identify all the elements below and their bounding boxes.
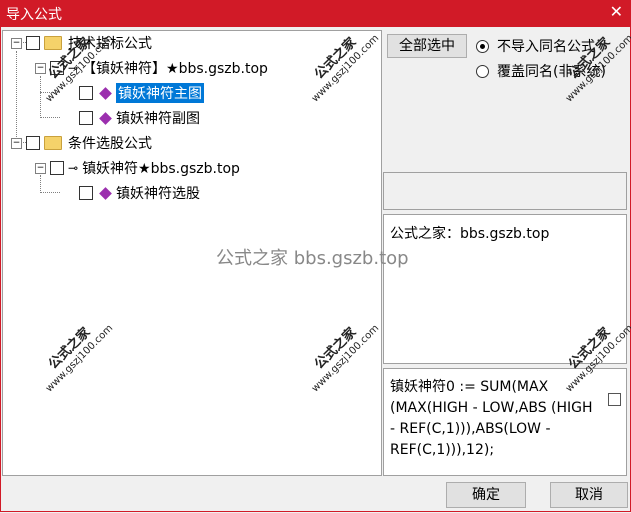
checkbox[interactable] [50,161,64,175]
formula-icon [99,111,112,125]
radio-skip-same-name[interactable]: 不导入同名公式 [476,36,595,56]
tree-connector [40,117,60,118]
tree-connector [16,51,17,143]
tree-node-group-2[interactable]: − ⊸ 镇妖神符★bbs.gszb.top [35,158,240,178]
collapse-icon[interactable]: − [11,137,22,149]
checkbox[interactable] [26,36,40,50]
key-icon: ⊸ [68,161,79,175]
checkbox[interactable] [26,136,40,150]
scroll-box[interactable] [608,393,621,406]
tree-node-label: 镇妖神符选股 [116,186,200,202]
checkbox[interactable] [79,111,93,125]
tree-node-label: 【镇妖神符】★bbs.gszb.top [82,61,268,77]
folder-icon [44,36,62,50]
tree-node-sub-chart[interactable]: 镇妖神符副图 [79,108,200,128]
tree-node-label: 条件选股公式 [68,136,152,152]
cancel-button[interactable]: 取消 [550,482,628,508]
radio-label: 不导入同名公式 [497,39,595,55]
checkbox[interactable] [79,186,93,200]
collapse-icon[interactable]: − [35,162,46,174]
tree-node-stock-pick[interactable]: 镇妖神符选股 [79,183,200,203]
select-all-button[interactable]: 全部选中 [387,34,467,58]
close-icon[interactable]: ✕ [610,2,623,21]
code-panel: 镇妖神符0 := SUM(MAX (MAX(HIGH - LOW,ABS (HI… [383,368,627,476]
formula-icon [99,86,112,100]
tree-node-label: 镇妖神符副图 [116,111,200,127]
formula-icon [99,186,112,200]
checkbox[interactable] [79,86,93,100]
radio-button[interactable] [476,39,489,53]
info-text: 公式之家：bbs.gszb.top [390,226,550,242]
ok-button[interactable]: 确定 [446,482,526,508]
collapse-icon[interactable]: − [11,37,22,49]
tree-connector [40,192,60,193]
collapse-icon[interactable]: − [35,62,46,74]
folder-icon [44,136,62,150]
tree-node-main-chart[interactable]: 镇妖神符主图 [79,83,204,103]
center-watermark: 公式之家 bbs.gszb.top [216,248,409,269]
window-title: 导入公式 [6,7,62,23]
tree-node-label: 镇妖神符主图 [116,83,204,103]
radio-button[interactable] [476,64,489,78]
tree-node-label: 镇妖神符★bbs.gszb.top [82,161,240,177]
empty-field [383,172,627,210]
tree-node-screening[interactable]: − 条件选股公式 [11,133,152,153]
